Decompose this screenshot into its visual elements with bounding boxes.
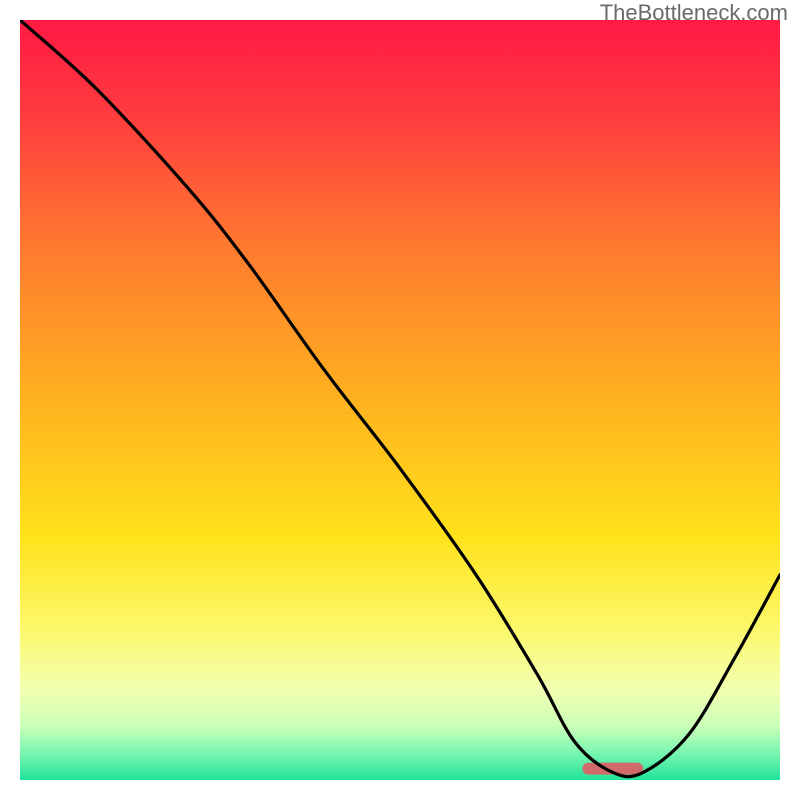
plot-area bbox=[20, 20, 780, 780]
gradient-background bbox=[20, 20, 780, 780]
chart-container: TheBottleneck.com bbox=[0, 0, 800, 800]
chart-svg bbox=[20, 20, 780, 780]
watermark-text: TheBottleneck.com bbox=[600, 0, 788, 26]
